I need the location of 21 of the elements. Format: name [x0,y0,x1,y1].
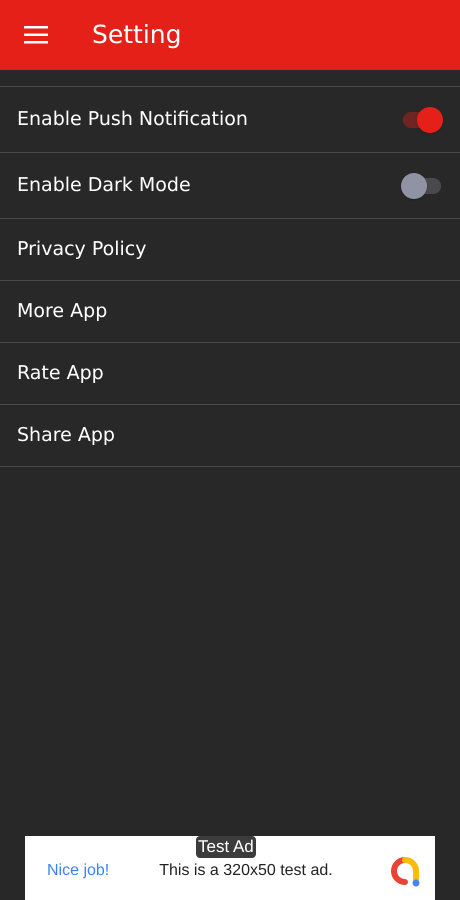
settings-row[interactable]: Enable Push Notification [0,87,460,153]
settings-row[interactable]: Rate App [0,343,460,405]
settings-row[interactable]: Enable Dark Mode [0,153,460,219]
setting-label: Share App [17,423,115,448]
toggle-switch[interactable] [401,172,443,198]
toggle-switch[interactable] [401,106,443,132]
settings-row[interactable]: Privacy Policy [0,219,460,281]
setting-label: More App [17,299,108,324]
ad-headline: Nice job! [47,860,110,880]
settings-row[interactable]: Share App [0,405,460,467]
ad-logo-icon [389,854,421,886]
setting-label: Enable Push Notification [17,107,248,132]
ad-badge: Test Ad [196,836,256,858]
menu-icon[interactable] [24,26,48,44]
setting-label: Privacy Policy [17,237,146,262]
settings-row[interactable]: More App [0,281,460,343]
ad-text: This is a 320x50 test ad. [159,860,333,880]
setting-label: Enable Dark Mode [17,173,191,198]
screen-title: Setting [92,19,182,52]
setting-label: Rate App [17,361,104,386]
ad-banner[interactable]: Test Ad Nice job! This is a 320x50 test ad. [25,836,435,900]
